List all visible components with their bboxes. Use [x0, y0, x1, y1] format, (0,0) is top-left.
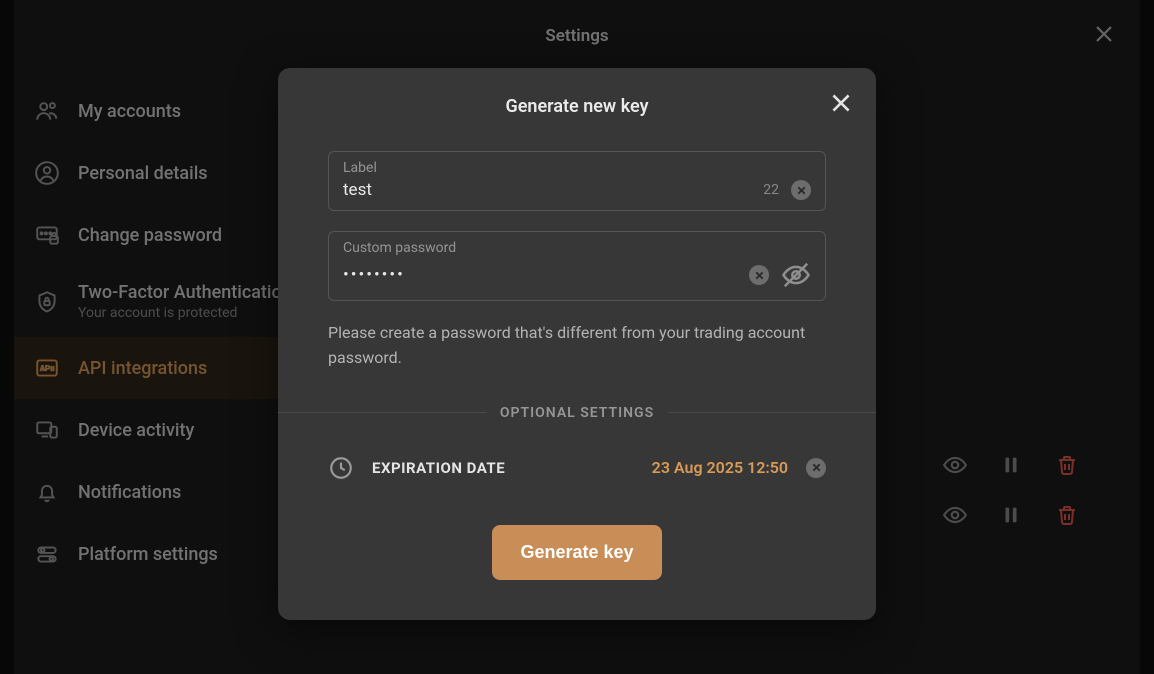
expiration-row: EXPIRATION DATE 23 Aug 2025 12:50: [328, 455, 826, 481]
dialog-title: Generate new key: [328, 96, 826, 117]
divider-label: OPTIONAL SETTINGS: [500, 405, 654, 421]
label-input[interactable]: [343, 180, 751, 200]
generate-key-dialog: Generate new key Label 22 Custom passwor…: [278, 68, 876, 620]
field-label: Custom password: [343, 240, 811, 256]
expiration-label: EXPIRATION DATE: [372, 459, 634, 477]
generate-key-button[interactable]: Generate key: [492, 525, 661, 580]
eye-off-icon[interactable]: [781, 260, 811, 290]
clear-icon[interactable]: [806, 458, 826, 478]
label-field[interactable]: Label 22: [328, 151, 826, 211]
expiration-value[interactable]: 23 Aug 2025 12:50: [652, 458, 788, 477]
password-input[interactable]: [343, 265, 737, 285]
close-icon[interactable]: [828, 90, 854, 116]
clear-icon[interactable]: [749, 265, 769, 285]
optional-settings-divider: OPTIONAL SETTINGS: [278, 405, 876, 421]
char-counter: 22: [763, 182, 779, 198]
clear-icon[interactable]: [791, 180, 811, 200]
clock-icon: [328, 455, 354, 481]
password-field[interactable]: Custom password: [328, 231, 826, 301]
password-helper-text: Please create a password that's differen…: [328, 321, 826, 371]
field-label: Label: [343, 160, 811, 176]
